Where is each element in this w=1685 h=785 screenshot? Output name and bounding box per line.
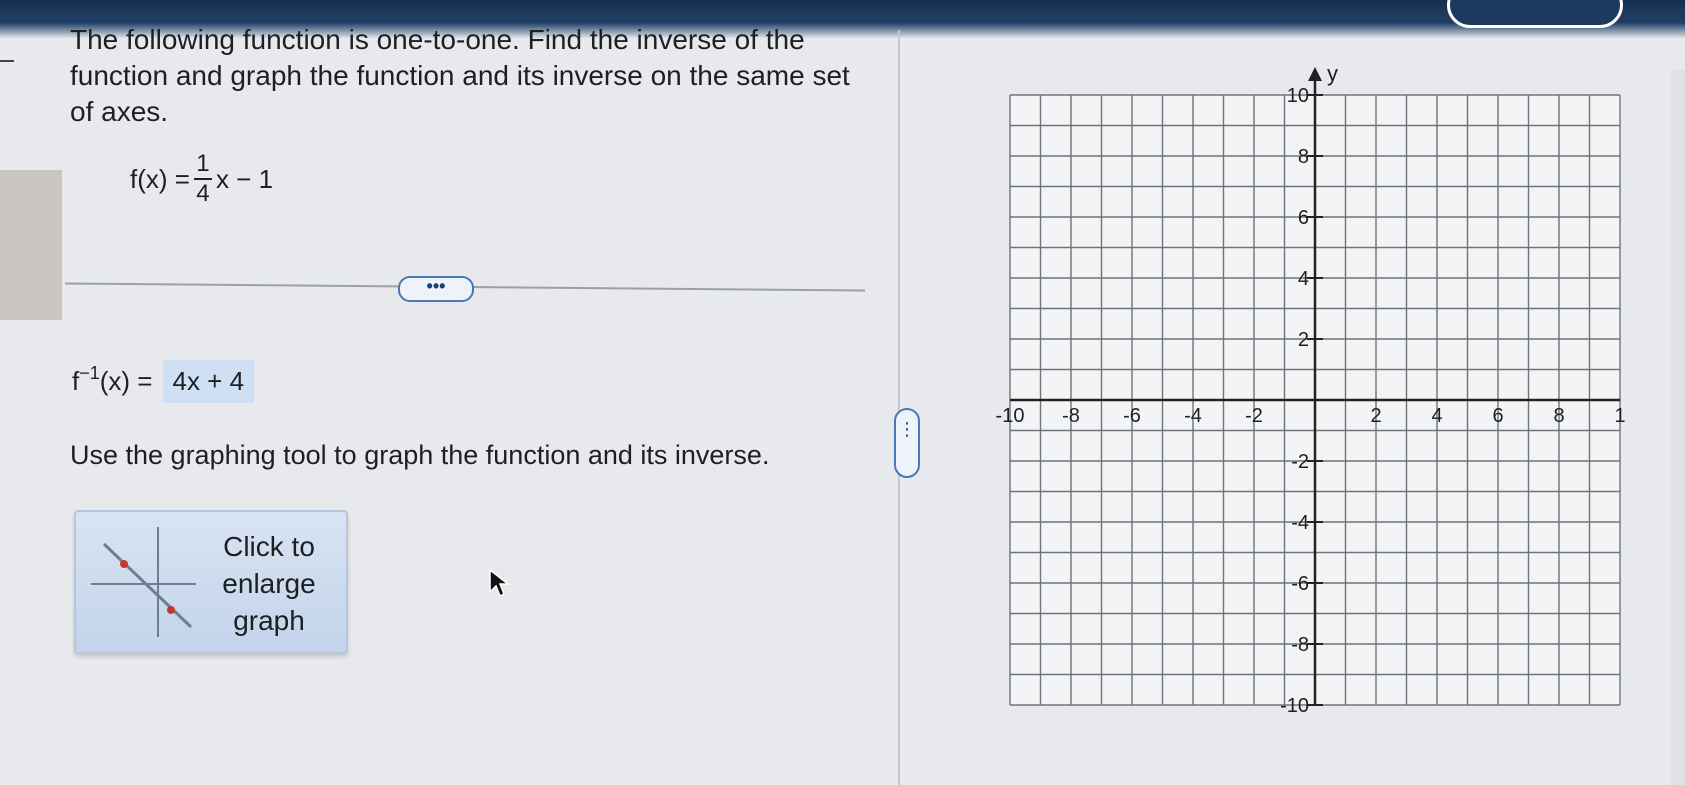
y-tick-label: -6 bbox=[1291, 573, 1309, 595]
right-scrollbar[interactable] bbox=[1671, 70, 1685, 785]
header-button[interactable] bbox=[1447, 0, 1623, 28]
y-tick-label: 6 bbox=[1298, 207, 1309, 229]
inverse-label-base: f bbox=[72, 366, 80, 396]
inverse-label-exponent: −1 bbox=[79, 363, 100, 383]
inverse-answer-field[interactable]: 4x + 4 bbox=[162, 360, 255, 403]
enlarge-graph-label: Click to enlarge graph bbox=[222, 531, 316, 636]
mouse-pointer-icon bbox=[489, 568, 510, 598]
x-tick-label: -10 bbox=[996, 405, 1025, 427]
question-prompt: The following function is one-to-one. Fi… bbox=[70, 24, 850, 127]
panel-divider bbox=[898, 30, 900, 785]
x-tick-label: 2 bbox=[1370, 405, 1381, 427]
y-axis-arrow-icon bbox=[1308, 67, 1322, 81]
function-equation: f(x) = 1 4 x − 1 bbox=[130, 150, 273, 208]
panel-splitter-handle[interactable]: ⋮ bbox=[894, 408, 920, 478]
x-tick-label: -4 bbox=[1184, 405, 1202, 427]
y-tick-label: 10 bbox=[1287, 85, 1309, 107]
left-edge-mark bbox=[0, 60, 14, 62]
x-tick-label: 4 bbox=[1431, 405, 1442, 427]
fraction-denominator: 4 bbox=[196, 180, 210, 207]
x-tick-label: 8 bbox=[1553, 405, 1564, 427]
y-tick-label: -10 bbox=[1280, 695, 1309, 717]
y-tick-label: -8 bbox=[1291, 634, 1309, 656]
y-tick-label: 8 bbox=[1298, 146, 1309, 168]
x-tick-label: -6 bbox=[1123, 405, 1141, 427]
fraction-numerator: 1 bbox=[196, 150, 210, 177]
function-label: f(x) = bbox=[130, 163, 190, 194]
x-tick-label: -8 bbox=[1062, 405, 1080, 427]
function-rest: x − 1 bbox=[215, 163, 274, 194]
y-axis-label: y bbox=[1327, 61, 1338, 86]
y-tick-label: -2 bbox=[1291, 451, 1309, 473]
enlarge-graph-button[interactable]: Click to enlarge graph bbox=[74, 510, 348, 654]
x-tick-label: 6 bbox=[1492, 405, 1503, 427]
x-tick-label: -2 bbox=[1245, 405, 1263, 427]
instruction-text: Use the graphing tool to graph the funct… bbox=[70, 440, 770, 470]
coordinate-graph[interactable]: y -10 -8 -6 -4 -2 2 4 6 8 1 10 8 6 4 2 -2 -4 -6 -8 -10 bbox=[990, 60, 1640, 750]
inverse-equation: f −1 (x) = 4x + 4 bbox=[72, 360, 255, 403]
y-tick-label: 4 bbox=[1298, 268, 1309, 290]
expand-more-button[interactable]: ••• bbox=[398, 276, 474, 302]
x-tick-label: 1 bbox=[1614, 405, 1625, 427]
function-fraction: 1 4 bbox=[193, 150, 212, 208]
y-tick-label: 2 bbox=[1298, 329, 1309, 351]
inverse-label-rest: (x) = bbox=[99, 366, 153, 396]
graph-thumbnail-icon bbox=[91, 527, 196, 637]
y-tick-label: -4 bbox=[1291, 512, 1309, 534]
left-edge-panel bbox=[0, 170, 62, 320]
